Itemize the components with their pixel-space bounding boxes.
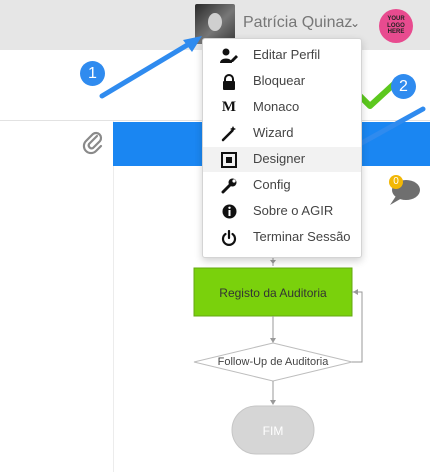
- menu-item-label: Editar Perfil: [253, 47, 321, 62]
- menu-item-label: Config: [253, 177, 291, 192]
- menu-item-terminar-sessao[interactable]: Terminar Sessão: [203, 225, 361, 250]
- process-label[interactable]: Registo da Auditoria: [194, 286, 352, 300]
- menu-item-wizard[interactable]: Wizard: [203, 121, 361, 146]
- arrow-head: [353, 289, 358, 295]
- step-marker-2: 2: [391, 74, 416, 99]
- menu-item-designer[interactable]: Designer: [203, 147, 361, 172]
- pointer-arrow-1: [99, 38, 197, 99]
- menu-item-label: Wizard: [253, 125, 294, 140]
- lock-icon: [220, 73, 238, 90]
- power-icon: [220, 229, 238, 246]
- end-label[interactable]: FIM: [232, 424, 314, 438]
- monaco-m-icon: M: [221, 99, 237, 115]
- menu-item-label: Bloquear: [253, 73, 306, 88]
- user-dropdown-menu: Editar Perfil Bloquear M Monaco Wizard D…: [202, 38, 362, 258]
- arrow-head: [270, 400, 276, 405]
- user-edit-icon: [220, 47, 238, 64]
- menu-item-config[interactable]: Config: [203, 173, 361, 198]
- menu-item-monaco[interactable]: M Monaco: [203, 95, 361, 120]
- decision-label[interactable]: Follow-Up de Auditoria: [194, 356, 352, 368]
- menu-item-label: Monaco: [253, 99, 300, 114]
- step-marker-1: 1: [80, 61, 105, 86]
- menu-item-label: Sobre o AGIR: [253, 203, 334, 218]
- magic-wand-icon: [220, 125, 238, 142]
- info-icon: [220, 203, 238, 220]
- menu-item-editar-perfil[interactable]: Editar Perfil: [203, 43, 361, 68]
- arrow-head: [270, 260, 276, 264]
- menu-item-bloquear[interactable]: Bloquear: [203, 69, 361, 94]
- menu-item-label: Designer: [253, 151, 306, 166]
- arrow-head: [270, 338, 276, 343]
- designer-icon: [220, 151, 238, 168]
- loop-connector: [352, 291, 363, 363]
- wrench-icon: [220, 177, 238, 194]
- menu-item-sobre-o-agir[interactable]: Sobre o AGIR: [203, 199, 361, 224]
- menu-item-label: Terminar Sessão: [253, 229, 351, 244]
